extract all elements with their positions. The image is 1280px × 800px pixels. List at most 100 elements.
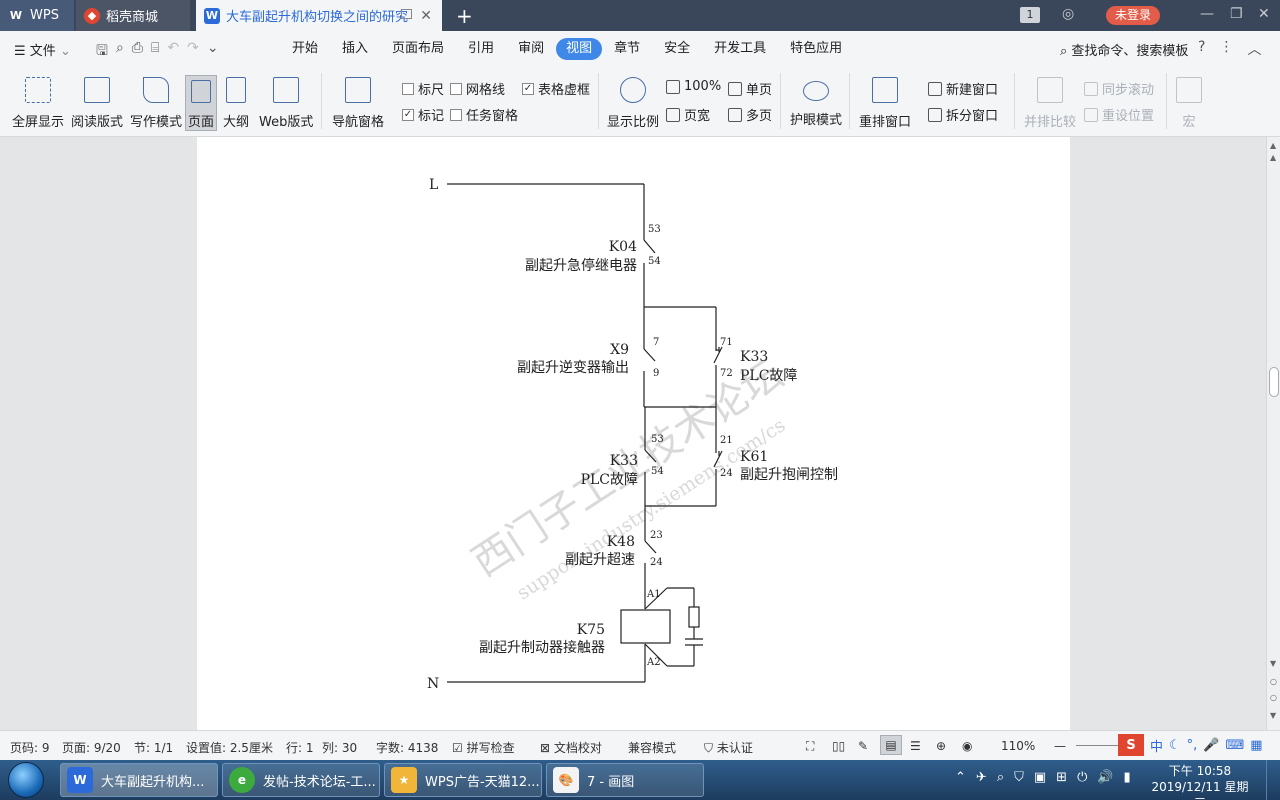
ime-keyboard-icon[interactable]: ⌨ <box>1226 738 1245 753</box>
fullscreen-button[interactable]: 全屏显示 <box>12 73 64 130</box>
volume-icon[interactable]: 🔊 <box>1097 770 1113 785</box>
browse-object-icon[interactable]: ○ <box>1270 693 1277 702</box>
next-page-icon[interactable]: ▼ <box>1270 711 1276 720</box>
page-view-icon[interactable]: ▤ <box>880 735 902 755</box>
table-grid-checkbox[interactable]: ✓ 表格虚框 <box>522 79 590 98</box>
status-page-num[interactable]: 页面: 9/20 <box>62 739 121 756</box>
skin-icon[interactable]: ◎ <box>1062 6 1074 22</box>
close-window-icon[interactable]: ✕ <box>1258 6 1270 22</box>
web-view-icon[interactable]: ⊕ <box>936 739 946 753</box>
zoom-100-button[interactable]: 100% <box>666 79 721 94</box>
certification-button[interactable]: ⛉ 未认证 <box>704 739 753 756</box>
menu-page-layout[interactable]: 页面布局 <box>380 38 456 60</box>
fullscreen-view-icon[interactable]: ⛶ <box>806 739 814 754</box>
eye-care-button[interactable]: 护眼模式 <box>790 73 842 128</box>
tray-security-icon[interactable]: ⛉ <box>1014 770 1024 785</box>
status-setting[interactable]: 设置值: 2.5厘米 <box>186 739 273 756</box>
tray-ime-icon[interactable]: ⊞ <box>1056 770 1067 785</box>
status-word-count[interactable]: 字数: 4138 <box>376 739 438 756</box>
zoom-ratio-button[interactable]: 显示比例 <box>607 73 659 130</box>
restore-tab-icon[interactable] <box>401 9 412 19</box>
split-window-button[interactable]: 拆分窗口 <box>928 105 998 124</box>
menu-insert[interactable]: 插入 <box>330 38 380 60</box>
tray-power-icon[interactable]: ⏻ <box>1077 770 1087 785</box>
prev-page-icon[interactable]: ○ <box>1270 677 1277 686</box>
minimize-icon[interactable]: — <box>1200 6 1214 22</box>
spell-check-button[interactable]: ☑ 拼写检查 <box>452 739 515 756</box>
menu-view[interactable]: 视图 <box>556 38 603 60</box>
reset-position-button[interactable]: 重设位置 <box>1084 105 1154 124</box>
ime-mic-icon[interactable]: 🎤 <box>1203 738 1219 753</box>
task-browser-forum[interactable]: e 发帖-技术论坛-工... <box>222 763 380 797</box>
customize-chevron-icon[interactable]: ⌄ <box>207 40 219 64</box>
ime-chinese-icon[interactable]: 中 <box>1150 736 1163 755</box>
close-tab-icon[interactable]: ✕ <box>420 8 432 24</box>
outline-button[interactable]: 大纲 <box>223 73 249 130</box>
nav-pane-button[interactable]: 导航窗格 <box>332 73 384 130</box>
menu-special[interactable]: 特色应用 <box>778 38 854 60</box>
network-signal-icon[interactable]: ▮ <box>1124 770 1131 785</box>
collapse-ribbon-icon[interactable]: ︿ <box>1247 39 1261 59</box>
show-desktop-button[interactable] <box>1266 760 1280 800</box>
zoom-level[interactable]: 110% <box>1001 739 1035 753</box>
eye-care-view-icon[interactable]: ◉ <box>962 739 972 753</box>
mark-checkbox[interactable]: ✓ 标记 <box>402 105 444 124</box>
ime-grid-icon[interactable]: ▦ <box>1250 738 1262 753</box>
tray-search-icon[interactable]: ⌕ <box>997 770 1004 785</box>
undo-icon[interactable]: ↶ <box>167 40 179 64</box>
arrange-window-button[interactable]: 重排窗口 <box>859 73 911 130</box>
help-icon[interactable]: ? <box>1198 39 1205 59</box>
page-width-button[interactable]: 页宽 <box>666 105 710 124</box>
tab-document[interactable]: W 大车副起升机构切换之间的研究 ✕ <box>196 0 442 31</box>
single-page-button[interactable]: 单页 <box>728 79 772 98</box>
side-by-side-button[interactable]: 并排比较 <box>1024 73 1076 130</box>
status-col[interactable]: 列: 30 <box>322 739 357 756</box>
tab-store[interactable]: ◆ 稻壳商城 <box>76 0 190 31</box>
zoom-out-icon[interactable]: — <box>1054 739 1066 753</box>
format-painter-icon[interactable]: ⌕ <box>116 40 124 64</box>
menu-reference[interactable]: 引用 <box>456 38 506 60</box>
menu-start[interactable]: 开始 <box>280 38 330 60</box>
ime-punct-icon[interactable]: °, <box>1187 738 1198 753</box>
scroll-up-icon[interactable]: ▲ <box>1270 141 1276 150</box>
write-mode-button[interactable]: 写作模式 <box>130 73 182 130</box>
ruler-checkbox[interactable]: 标尺 <box>402 79 444 98</box>
more-icon[interactable]: ⋮ <box>1219 39 1233 59</box>
menu-dev-tools[interactable]: 开发工具 <box>702 38 778 60</box>
scroll-up-icon[interactable]: ▲ <box>1270 153 1276 162</box>
vertical-scrollbar[interactable]: ▲ ▲ ▼ ○ ○ ▼ <box>1266 137 1280 730</box>
write-view-icon[interactable]: ✎ <box>858 739 868 753</box>
task-pane-checkbox[interactable]: 任务窗格 <box>450 105 518 124</box>
scroll-down-icon[interactable]: ▼ <box>1270 659 1276 668</box>
redo-icon[interactable]: ↷ <box>187 40 199 64</box>
web-layout-button[interactable]: Web版式 <box>259 73 313 130</box>
gridline-checkbox[interactable]: 网格线 <box>450 79 505 98</box>
multi-page-button[interactable]: 多页 <box>728 105 772 124</box>
status-section[interactable]: 节: 1/1 <box>134 739 173 756</box>
sogou-ime-icon[interactable]: S <box>1118 734 1144 756</box>
tray-network-device-icon[interactable]: ▣ <box>1034 770 1046 785</box>
task-wps-ad[interactable]: ★ WPS广告-天猫12... <box>384 763 542 797</box>
command-search[interactable]: ⌕ 查找命令、搜索模板 <box>1060 40 1188 59</box>
print-icon[interactable]: ⎙ <box>132 40 143 64</box>
menu-chapter[interactable]: 章节 <box>602 38 652 60</box>
read-view-icon[interactable]: ▯▯ <box>832 739 845 753</box>
restore-window-icon[interactable]: ❐ <box>1230 6 1243 22</box>
macro-button[interactable]: 宏 <box>1176 73 1202 130</box>
zoom-slider[interactable] <box>1076 745 1120 746</box>
save-icon[interactable]: 🖫 <box>96 40 108 64</box>
outline-view-icon[interactable]: ☰ <box>910 739 921 753</box>
status-page-code[interactable]: 页码: 9 <box>10 739 50 756</box>
ime-moon-icon[interactable]: ☾ <box>1169 738 1181 753</box>
print-preview-icon[interactable]: ⌸ <box>151 40 159 64</box>
tray-arrow-icon[interactable]: ⌃ <box>955 770 966 785</box>
menu-security[interactable]: 安全 <box>652 38 702 60</box>
system-clock[interactable]: 下午 10:58 2019/12/11 星期三 <box>1150 763 1250 800</box>
new-tab-button[interactable]: + <box>456 4 473 28</box>
task-paint[interactable]: 🎨 7 - 画图 <box>546 763 704 797</box>
login-button[interactable]: 未登录 <box>1106 6 1160 25</box>
tab-wps-home[interactable]: W WPS <box>0 0 74 31</box>
file-menu[interactable]: ☰ 文件 ⌄ <box>14 40 71 59</box>
scroll-thumb[interactable] <box>1269 367 1279 397</box>
menu-review[interactable]: 审阅 <box>506 38 556 60</box>
